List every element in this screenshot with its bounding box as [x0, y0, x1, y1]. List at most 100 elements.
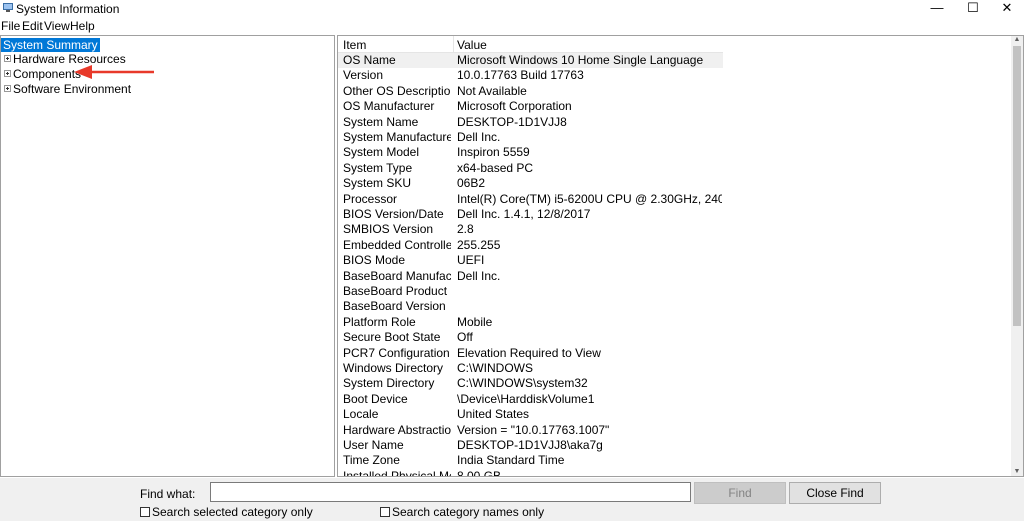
- table-row[interactable]: System Model Inspiron 5559: [338, 145, 723, 160]
- close-find-button[interactable]: Close Find: [789, 482, 881, 504]
- row-value: Dell Inc. 1.4.1, 12/8/2017: [457, 207, 591, 221]
- menu-file[interactable]: File: [1, 19, 20, 33]
- table-row[interactable]: Processor Intel(R) Core(TM) i5-6200U CPU …: [338, 192, 723, 207]
- checkbox-box[interactable]: [380, 506, 390, 517]
- row-item: System Manufacturer: [343, 130, 451, 144]
- find-panel: Find what: Find Close Find Search select…: [0, 478, 1024, 521]
- annotation-arrow-icon: [74, 65, 154, 79]
- tree-item-label: System Summary: [1, 38, 100, 52]
- table-row[interactable]: System SKU 06B2: [338, 176, 723, 191]
- row-item: Windows Directory: [343, 361, 444, 375]
- row-value: DESKTOP-1D1VJJ8\aka7g: [457, 438, 603, 452]
- table-row[interactable]: OS Name Microsoft Windows 10 Home Single …: [338, 53, 723, 68]
- table-row[interactable]: BaseBoard Product: [338, 284, 723, 299]
- row-item: OS Manufacturer: [343, 99, 435, 114]
- table-row[interactable]: OS Manufacturer Microsoft Corporation: [338, 99, 723, 114]
- row-item: Other OS Description: [343, 83, 451, 98]
- table-row[interactable]: BIOS Mode UEFI: [338, 253, 723, 268]
- table-row[interactable]: SMBIOS Version 2.8: [338, 222, 723, 237]
- row-item: OS Name: [343, 53, 396, 67]
- menu-help[interactable]: Help: [70, 19, 95, 33]
- tree-item-system-summary[interactable]: System Summary: [1, 38, 100, 52]
- table-row[interactable]: Embedded Controller V... 255.255: [338, 238, 723, 253]
- expand-icon[interactable]: [4, 85, 11, 93]
- column-divider[interactable]: [453, 36, 454, 52]
- checkbox-label: Search category names only: [392, 505, 545, 519]
- row-item: BIOS Mode: [343, 253, 406, 268]
- table-row[interactable]: System Type x64-based PC: [338, 161, 723, 176]
- row-item: BaseBoard Manufacturer: [343, 268, 451, 283]
- table-row[interactable]: Version 10.0.17763 Build 17763: [338, 68, 723, 83]
- checkbox-box[interactable]: [140, 506, 150, 517]
- find-button[interactable]: Find: [694, 482, 786, 504]
- row-item: Locale: [343, 407, 379, 422]
- scroll-thumb[interactable]: [1013, 46, 1021, 326]
- row-item: Installed Physical Mem...: [343, 468, 451, 477]
- row-value: x64-based PC: [457, 160, 534, 175]
- minimize-button[interactable]: —: [920, 0, 954, 17]
- row-item: BaseBoard Product: [343, 284, 448, 298]
- tree-item-components[interactable]: Components: [1, 67, 81, 81]
- table-row[interactable]: System Directory C:\WINDOWS\system32: [338, 376, 723, 391]
- menu-view[interactable]: View: [44, 19, 70, 33]
- find-input[interactable]: [210, 482, 691, 502]
- close-button[interactable]: ✕: [990, 0, 1024, 17]
- expand-icon[interactable]: [4, 55, 11, 63]
- row-item: Version: [343, 68, 384, 83]
- table-row[interactable]: Locale United States: [338, 407, 723, 422]
- column-header-value[interactable]: Value: [457, 38, 487, 52]
- table-row[interactable]: Boot Device \Device\HarddiskVolume1: [338, 392, 723, 407]
- find-what-label: Find what:: [140, 487, 196, 501]
- table-row[interactable]: PCR7 Configuration Elevation Required to …: [338, 346, 723, 361]
- row-value: UEFI: [457, 253, 485, 268]
- row-value: Not Available: [457, 83, 527, 98]
- table-row[interactable]: Hardware Abstraction L... Version = "10.0…: [338, 423, 723, 438]
- scroll-down-icon[interactable]: ▼: [1013, 468, 1021, 476]
- row-value: 10.0.17763 Build 17763: [457, 68, 584, 83]
- system-information-icon: [3, 3, 13, 12]
- row-item: BaseBoard Version: [343, 299, 446, 314]
- row-value: 8.00 GB: [457, 468, 502, 477]
- row-value: 06B2: [457, 176, 486, 191]
- search-selected-category-checkbox[interactable]: Search selected category only: [140, 506, 313, 519]
- row-value: Version = "10.0.17763.1007": [457, 422, 610, 437]
- column-header-item[interactable]: Item: [343, 38, 366, 52]
- row-value: C:\WINDOWS\system32: [457, 376, 588, 391]
- row-value: India Standard Time: [457, 453, 565, 468]
- row-item: System Model: [343, 145, 420, 160]
- title-bar: System Information — ☐ ✕: [0, 0, 1024, 17]
- row-value: Microsoft Corporation: [457, 99, 572, 114]
- window-title: System Information: [16, 2, 120, 16]
- scroll-up-icon[interactable]: ▲: [1013, 36, 1021, 44]
- row-value: 2.8: [457, 222, 474, 237]
- row-value: C:\WINDOWS: [457, 361, 533, 375]
- details-list[interactable]: Item Value OS Name Microsoft Windows 10 H…: [337, 35, 1024, 477]
- table-row[interactable]: Installed Physical Mem... 8.00 GB: [338, 468, 723, 477]
- table-row[interactable]: Secure Boot State Off: [338, 330, 723, 345]
- search-category-names-checkbox[interactable]: Search category names only: [380, 506, 544, 519]
- table-row[interactable]: Other OS Description Not Available: [338, 84, 723, 99]
- tree-item-software-environment[interactable]: Software Environment: [1, 82, 131, 96]
- category-tree[interactable]: System Summary Hardware Resources Compon…: [0, 35, 335, 477]
- table-row[interactable]: BaseBoard Version: [338, 299, 723, 314]
- table-row[interactable]: System Name DESKTOP-1D1VJJ8: [338, 115, 723, 130]
- table-row[interactable]: Time Zone India Standard Time: [338, 453, 723, 468]
- table-row[interactable]: User Name DESKTOP-1D1VJJ8\aka7g: [338, 438, 723, 453]
- table-row[interactable]: System Manufacturer Dell Inc.: [338, 130, 723, 145]
- expand-icon[interactable]: [4, 70, 11, 78]
- table-row[interactable]: BIOS Version/Date Dell Inc. 1.4.1, 12/8/2…: [338, 207, 723, 222]
- vertical-scrollbar[interactable]: ▲ ▼: [1011, 36, 1023, 476]
- maximize-button[interactable]: ☐: [956, 0, 990, 17]
- row-value: Elevation Required to View: [457, 345, 601, 360]
- table-row[interactable]: Windows Directory C:\WINDOWS: [338, 361, 723, 376]
- table-row[interactable]: BaseBoard Manufacturer Dell Inc.: [338, 269, 723, 284]
- row-item: SMBIOS Version: [343, 222, 434, 237]
- row-item: Secure Boot State: [343, 330, 441, 345]
- menu-bar: File Edit View Help: [0, 18, 1024, 34]
- menu-edit[interactable]: Edit: [22, 19, 43, 33]
- row-item: System Type: [343, 160, 413, 175]
- row-item: Platform Role: [343, 314, 416, 329]
- checkbox-label: Search selected category only: [152, 505, 313, 519]
- tree-item-label: Components: [13, 67, 82, 81]
- table-row[interactable]: Platform Role Mobile: [338, 315, 723, 330]
